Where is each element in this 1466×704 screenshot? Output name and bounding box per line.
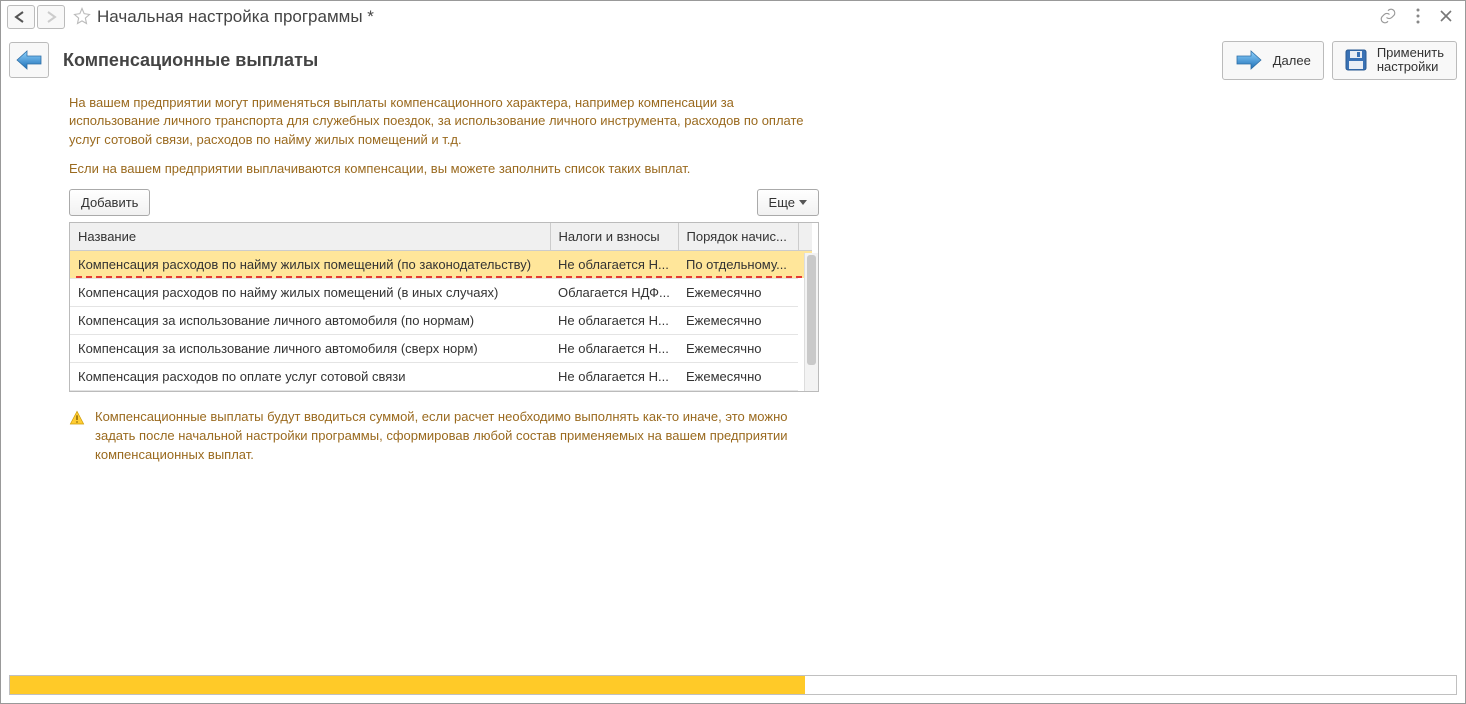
table-cell: Ежемесячно	[678, 306, 798, 334]
arrow-right-icon	[1235, 49, 1263, 71]
add-button-label: Добавить	[81, 195, 138, 210]
floppy-save-icon	[1345, 49, 1367, 71]
table-row[interactable]: Компенсация расходов по найму жилых поме…	[70, 278, 818, 306]
wizard-back-button[interactable]	[9, 42, 49, 78]
table-cell: Компенсация расходов по найму жилых поме…	[70, 250, 550, 278]
favorite-star-icon[interactable]	[73, 7, 91, 28]
section-header: Компенсационные выплаты Далее	[9, 41, 1457, 80]
table-cell: Не облагается Н...	[550, 362, 678, 390]
window-title: Начальная настройка программы *	[97, 7, 374, 27]
table-cell: Компенсация расходов по найму жилых поме…	[70, 278, 550, 306]
table-cell: Ежемесячно	[678, 334, 798, 362]
progress-fill	[10, 676, 805, 694]
scrollbar-thumb[interactable]	[807, 255, 816, 365]
warning-icon	[69, 410, 85, 465]
table-row[interactable]: Компенсация расходов по найму жилых поме…	[70, 250, 818, 278]
payments-table: Название Налоги и взносы Порядок начис..…	[69, 222, 819, 392]
table-cell: По отдельному...	[678, 250, 798, 278]
table-header-row: Название Налоги и взносы Порядок начис..…	[70, 223, 818, 251]
arrow-left-icon	[15, 49, 43, 71]
table-cell: Не облагается Н...	[550, 334, 678, 362]
next-button-label: Далее	[1273, 53, 1311, 68]
section-title: Компенсационные выплаты	[63, 50, 318, 71]
titlebar: Начальная настройка программы *	[1, 1, 1465, 33]
table-cell: Облагается НДФ...	[550, 278, 678, 306]
content-area: Компенсационные выплаты Далее	[1, 33, 1465, 703]
table-scrollbar[interactable]	[804, 253, 818, 391]
close-window-icon[interactable]	[1439, 9, 1453, 26]
table-cell: Компенсация расходов по оплате услуг сот…	[70, 362, 550, 390]
scrollbar-header-stub	[798, 223, 812, 251]
wizard-body: На вашем предприятии могут применяться в…	[9, 80, 829, 465]
column-header-taxes[interactable]: Налоги и взносы	[550, 223, 678, 251]
apply-settings-button[interactable]: Применитьнастройки	[1332, 41, 1457, 80]
info-note-text: Компенсационные выплаты будут вводиться …	[95, 408, 819, 465]
nav-forward-button[interactable]	[37, 5, 65, 29]
table-row[interactable]: Компенсация расходов по оплате услуг сот…	[70, 362, 818, 390]
wizard-progress-bar	[9, 675, 1457, 695]
table-toolbar: Добавить Еще	[69, 189, 819, 216]
table-cell: Не облагается Н...	[550, 250, 678, 278]
more-button-label: Еще	[769, 195, 795, 210]
table-cell: Не облагается Н...	[550, 306, 678, 334]
table-cell: Компенсация за использование личного авт…	[70, 334, 550, 362]
table-cell: Компенсация за использование личного авт…	[70, 306, 550, 334]
table-row[interactable]: Компенсация за использование личного авт…	[70, 334, 818, 362]
table-cell: Ежемесячно	[678, 278, 798, 306]
apply-button-label: Применитьнастройки	[1377, 46, 1444, 75]
nav-back-button[interactable]	[7, 5, 35, 29]
column-header-order[interactable]: Порядок начис...	[678, 223, 798, 251]
column-header-name[interactable]: Название	[70, 223, 550, 251]
table-row[interactable]: Компенсация за использование личного авт…	[70, 306, 818, 334]
intro-paragraph-1: На вашем предприятии могут применяться в…	[69, 94, 809, 151]
wizard-next-button[interactable]: Далее	[1222, 41, 1324, 80]
intro-paragraph-2: Если на вашем предприятии выплачиваются …	[69, 160, 809, 179]
info-note: Компенсационные выплаты будут вводиться …	[69, 408, 819, 465]
more-menu-icon[interactable]	[1411, 7, 1425, 28]
chevron-down-icon	[799, 200, 807, 205]
more-button[interactable]: Еще	[757, 189, 819, 216]
app-window: Начальная настройка программы * Компенса…	[0, 0, 1466, 704]
add-button[interactable]: Добавить	[69, 189, 150, 216]
link-icon[interactable]	[1379, 7, 1397, 28]
table-cell: Ежемесячно	[678, 362, 798, 390]
